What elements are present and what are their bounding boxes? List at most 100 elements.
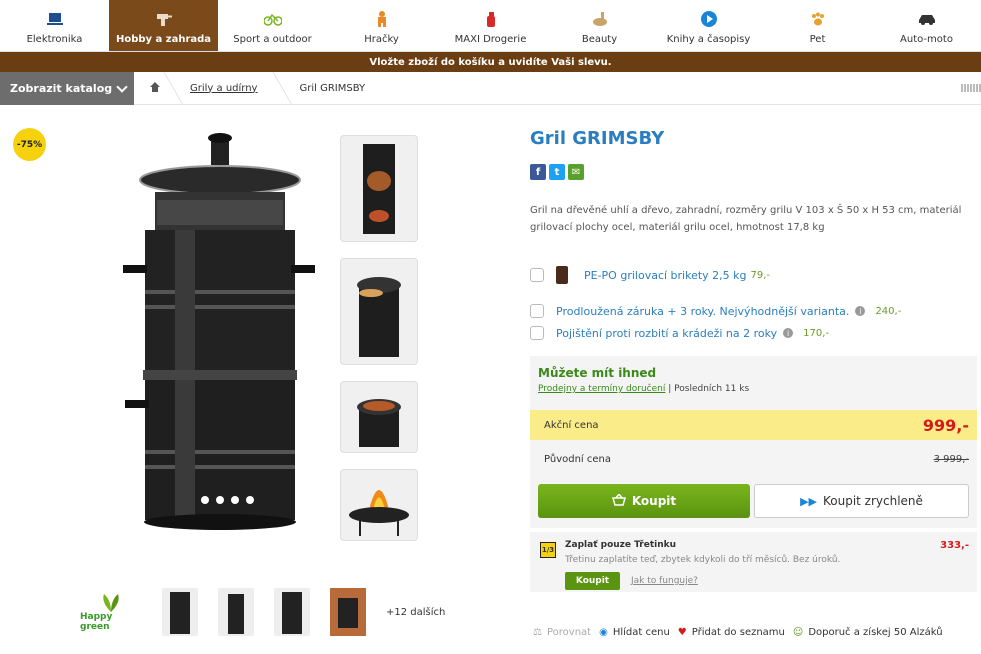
breadcrumb-home[interactable] (134, 71, 184, 105)
nav-beauty[interactable]: Beauty (545, 0, 654, 51)
spray-icon (482, 10, 500, 28)
email-icon[interactable]: ✉ (568, 164, 584, 180)
more-images-link[interactable]: +12 dalších (386, 607, 445, 618)
briquettes-icon (556, 266, 568, 284)
brand-label: Happy green (80, 612, 113, 632)
pay-third-box: 1/3 Zaplať pouze Třetinku 333,- Třetinu … (530, 528, 977, 592)
compare-action[interactable]: ⚖ Porovnat (533, 627, 591, 638)
action-label: Porovnat (546, 627, 592, 638)
how-it-works-link[interactable]: Jak to funguje? (631, 576, 698, 586)
bottom-thumb-2[interactable] (218, 588, 254, 636)
facebook-icon[interactable]: f (530, 164, 546, 180)
nav-maxi-drogerie[interactable]: MAXI Drogerie (436, 0, 545, 51)
basket-icon (611, 492, 626, 509)
original-price-row: Původní cena 3 999,- (530, 440, 977, 478)
thumbnail-3[interactable] (340, 381, 418, 453)
option-checkbox[interactable] (530, 326, 544, 340)
availability-details: Prodejny a termíny doručení | Posledních… (538, 384, 750, 394)
availability-box: Můžete mít ihned Prodejny a termíny doru… (530, 356, 977, 410)
option-insurance[interactable]: Pojištění proti rozbití a krádeži na 2 r… (530, 326, 829, 340)
bottom-thumbnail-strip: Happy green +12 dalších (80, 588, 445, 636)
action-label: Hlídat cenu (612, 627, 670, 638)
binoculars-icon: ◉ (599, 627, 608, 638)
third-buy-button[interactable]: Koupit (565, 572, 620, 590)
toy-icon (373, 10, 391, 28)
product-main-image[interactable] (115, 130, 325, 540)
add-to-list-action[interactable]: ♥ Přidat do seznamu (678, 627, 785, 638)
breadcrumb-item-current: Gril GRIMSBY (283, 72, 365, 105)
third-text: Třetinu zaplatíte teď, zbytek kdykoli do… (565, 555, 841, 565)
option-label: PE-PO grilovací brikety 2,5 kg (584, 268, 747, 282)
bottom-thumb-4[interactable] (330, 588, 366, 636)
bottom-thumb-3[interactable] (274, 588, 310, 636)
nav-sport-outdoor[interactable]: Sport a outdoor (218, 0, 327, 51)
nav-label: Elektronika (26, 34, 83, 45)
buy-buttons: Koupit ▶▶ Koupit zrychleně (530, 478, 977, 528)
heart-icon: ♥ (677, 627, 687, 638)
nav-pet[interactable]: Pet (763, 0, 872, 51)
car-icon (918, 10, 936, 28)
nav-label: Knihy a časopisy (666, 34, 751, 45)
scroll-indicator (961, 84, 981, 92)
info-icon[interactable]: i (783, 328, 794, 338)
delivery-link[interactable]: Prodejny a termíny doručení (538, 384, 665, 394)
fast-forward-icon: ▶▶ (800, 494, 817, 508)
third-price: 333,- (940, 540, 969, 551)
option-checkbox[interactable] (530, 268, 544, 282)
promo-banner[interactable]: Vložte zboží do košíku a uvidíte Vaši sl… (0, 52, 981, 72)
nav-auto-moto[interactable]: Auto-moto (872, 0, 981, 51)
info-icon[interactable]: i (855, 306, 866, 316)
nav-knihy-casopisy[interactable]: Knihy a časopisy (654, 0, 763, 51)
stock-count: Posledních 11 ks (674, 384, 750, 394)
option-label: Prodloužená záruka + 3 roky. Nejvýhodněj… (556, 304, 850, 318)
bottom-thumb-1[interactable] (162, 588, 198, 636)
thumbnail-1[interactable] (340, 135, 418, 242)
thumbnail-2[interactable] (340, 258, 418, 365)
share-buttons: f t ✉ (530, 164, 584, 180)
discount-badge: -75% (13, 128, 46, 161)
original-price-value: 3 999,- (933, 453, 969, 465)
buy-fast-button[interactable]: ▶▶ Koupit zrychleně (754, 484, 969, 518)
buy-button[interactable]: Koupit (538, 484, 750, 518)
buy-fast-label: Koupit zrychleně (822, 494, 923, 508)
breadcrumb-current: Gril GRIMSBY (299, 82, 366, 94)
bike-icon (263, 10, 282, 28)
nav-label: Pet (809, 34, 826, 45)
product-description: Gril na dřevěné uhlí a dřevo, zahradní, … (530, 205, 962, 233)
nav-label: Hobby a zahrada (115, 34, 212, 45)
option-price: 170,- (803, 327, 829, 339)
paw-icon (809, 10, 827, 28)
catalog-button[interactable]: Zobrazit katalog (0, 71, 134, 105)
action-price-label: Akční cena (544, 419, 599, 431)
nav-hobby-zahrada[interactable]: Hobby a zahrada (109, 0, 218, 51)
nav-hracky[interactable]: Hračky (327, 0, 436, 51)
nav-label: Hračky (364, 34, 399, 45)
option-checkbox[interactable] (530, 304, 544, 318)
recommend-action[interactable]: ☺ Doporuč a získej 50 Alzáků (793, 627, 943, 638)
option-warranty[interactable]: Prodloužená záruka + 3 roky. Nejvýhodněj… (530, 304, 901, 318)
third-title: Zaplať pouze Třetinku (565, 540, 677, 550)
thumbnail-4[interactable] (340, 469, 418, 541)
cosmetics-icon (591, 10, 609, 28)
twitter-icon[interactable]: t (549, 164, 565, 180)
action-label: Doporuč a získej 50 Alzáků (808, 627, 943, 638)
nav-label: MAXI Drogerie (454, 34, 527, 45)
action-price-row: Akční cena 999,- (530, 410, 977, 440)
catalog-label: Zobrazit katalog (10, 81, 113, 95)
availability-title: Můžete mít ihned (538, 366, 657, 380)
home-icon (150, 81, 160, 95)
chevron-down-icon (116, 80, 128, 93)
play-icon (700, 10, 718, 28)
happy-green-logo: Happy green (80, 592, 142, 632)
nav-label: Sport a outdoor (233, 34, 312, 45)
category-nav: Elektronika Hobby a zahrada Sport a outd… (0, 0, 981, 52)
watch-price-action[interactable]: ◉ Hlídat cenu (599, 627, 670, 638)
third-badge-icon: 1/3 (540, 542, 556, 558)
breadcrumb-link[interactable]: Grily a udírny (190, 83, 257, 94)
nav-elektronika[interactable]: Elektronika (0, 0, 109, 51)
breadcrumb: Zobrazit katalog Grily a udírny Gril GRI… (0, 71, 981, 105)
breadcrumb-item-grily[interactable]: Grily a udírny (174, 71, 294, 105)
recommend-icon: ☺ (792, 627, 804, 638)
option-briquettes[interactable]: PE-PO grilovací brikety 2,5 kg 79,- (530, 266, 770, 284)
drill-icon (155, 10, 173, 28)
